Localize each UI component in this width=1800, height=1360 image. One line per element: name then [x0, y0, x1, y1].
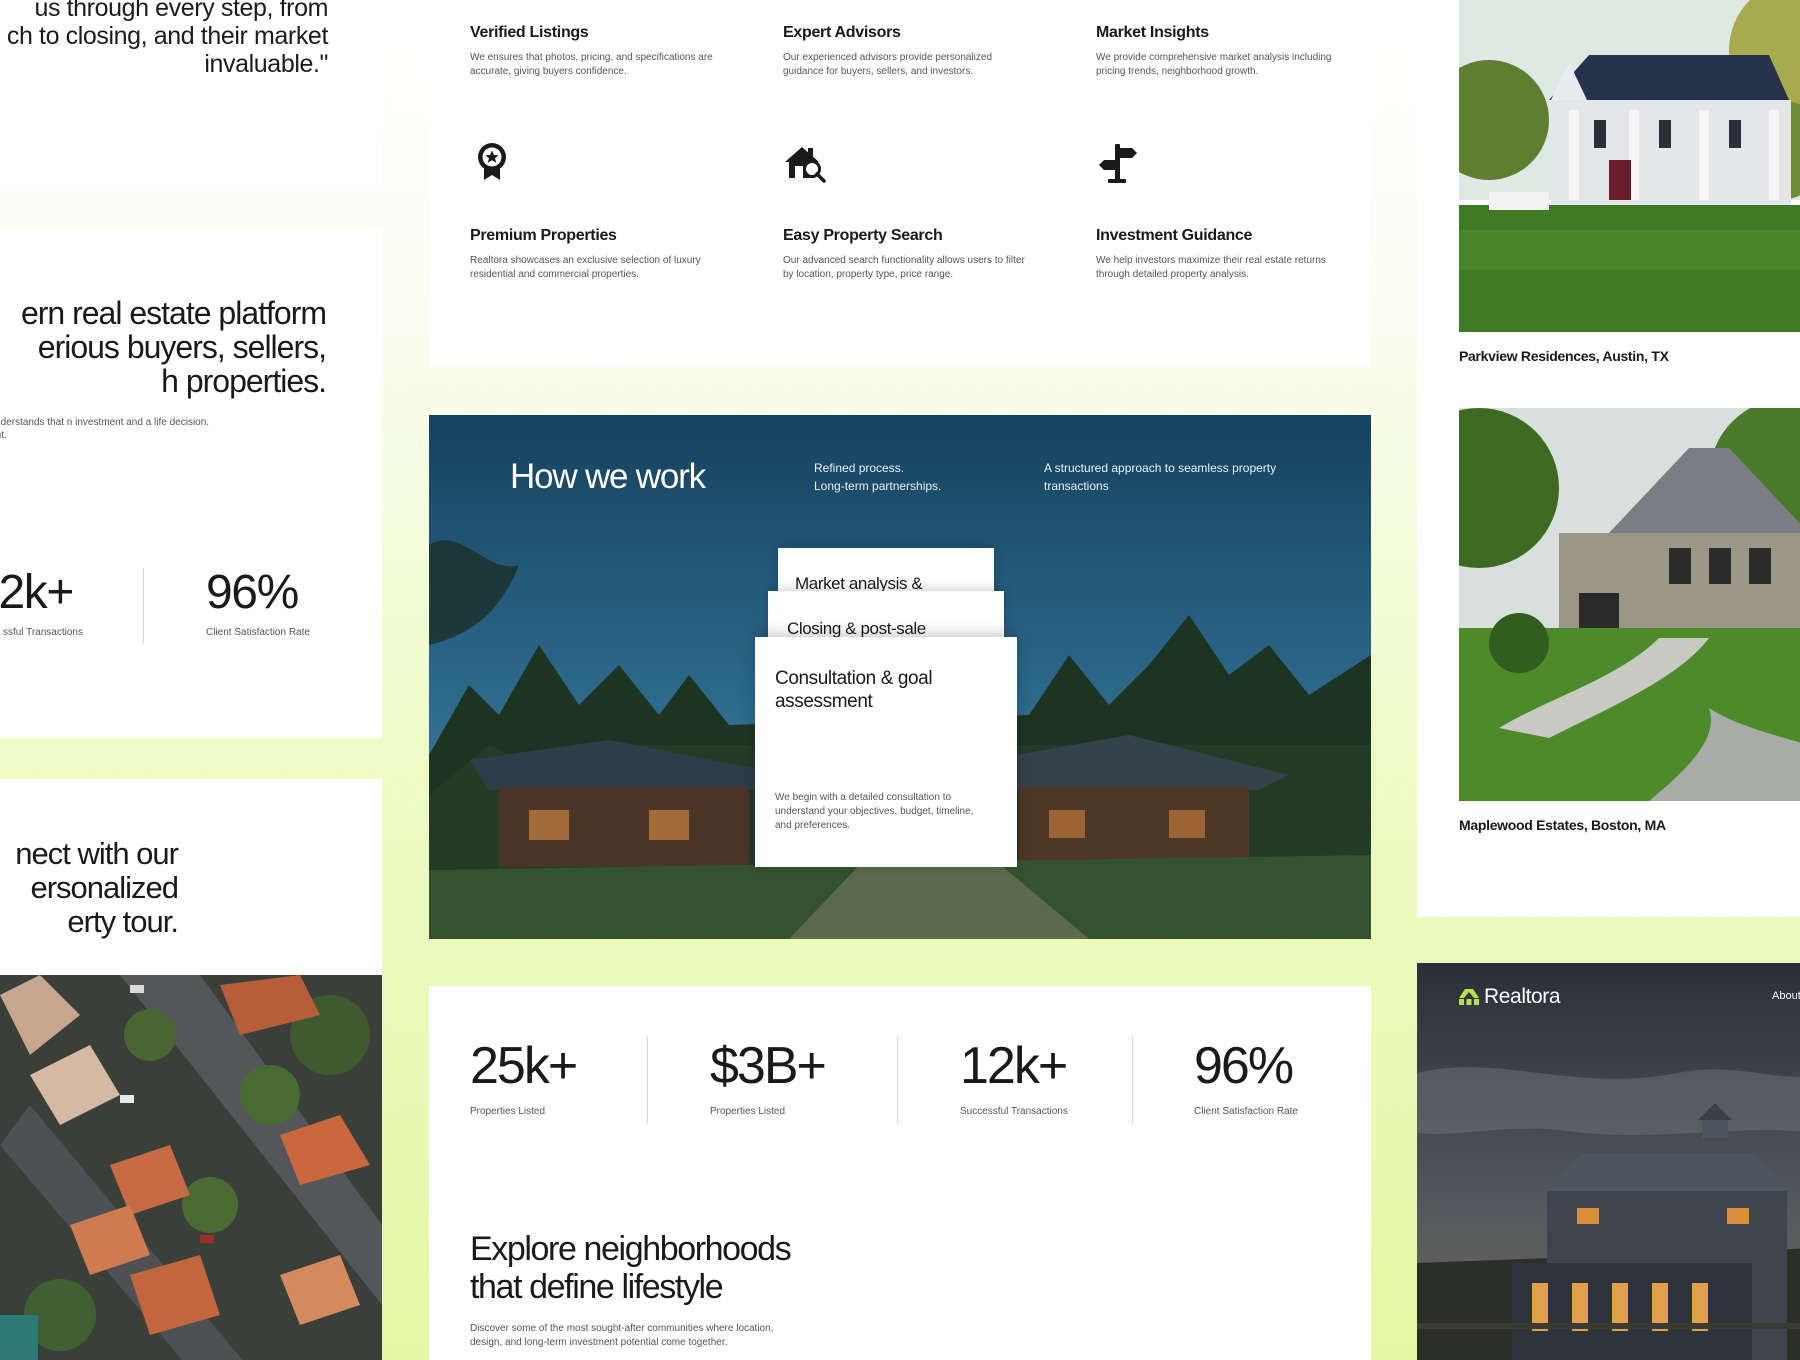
aerial-neighborhood-image [0, 975, 382, 1360]
listings-card: Parkview Residences, Austin, TX Maplewoo… [1417, 0, 1800, 917]
stat-value: 12k+ [960, 1037, 1068, 1095]
stat-client-satisfaction: 96% Client Satisfaction Rate [1194, 1036, 1298, 1117]
how-we-work-section: How we work Refined process. Long-term p… [429, 415, 1371, 939]
maplewood-estates-image[interactable] [1459, 408, 1800, 801]
stat-label: Properties Listed [710, 1106, 786, 1117]
stat-divider [647, 1036, 648, 1124]
contact-headline: nect with our ersonalized erty tour. [15, 836, 179, 939]
step-card-closing[interactable]: Closing & post-sale [768, 591, 1004, 637]
feature-premium-properties: Premium Properties Realtora showcases an… [470, 140, 720, 282]
parkview-residences-image[interactable] [1459, 0, 1800, 332]
stat-label: Properties Listed [470, 1106, 546, 1117]
brand-name: Realtora [1484, 985, 1561, 1008]
about-card: ern real estate platform erious buyers, … [0, 230, 382, 738]
stat-label: Client Satisfaction Rate [206, 627, 310, 638]
stat-divider [897, 1036, 898, 1124]
stat-divider [143, 568, 144, 644]
listing-caption[interactable]: Maplewood Estates, Boston, MA [1459, 817, 1666, 833]
stat-value: $3B+ [710, 1037, 827, 1095]
contact-card: nect with our ersonalized erty tour. [0, 779, 382, 1360]
stat-properties-listed: 25k+ Properties Listed [470, 1036, 578, 1117]
realtora-logo[interactable]: Realtora [1458, 985, 1561, 1009]
award-badge-icon [478, 143, 506, 180]
feature-easy-property-search: Easy Property Search Our advanced search… [783, 140, 1033, 282]
about-description: m of experienced advisors understands th… [0, 417, 210, 441]
features-card: Verified Listings We ensures that photos… [429, 0, 1371, 367]
testimonial-quote: us through every step, from ch to closin… [6, 0, 329, 78]
stat-value: 96% [1194, 1037, 1294, 1095]
stat-divider [1132, 1036, 1133, 1124]
how-we-work-tagline: Refined process. Long-term partnerships. [814, 461, 942, 493]
step-title: Consultation & goal assessment [775, 668, 933, 712]
about-stat-satisfaction: 96% Client Satisfaction Rate [206, 565, 310, 638]
realtora-logo-icon [1459, 989, 1479, 1005]
stat-value: 96% [206, 566, 299, 619]
feature-market-insights: Market Insights We provide comprehensive… [1096, 24, 1332, 77]
how-we-work-title: How we work [510, 457, 706, 496]
about-stat-transactions: 2k+ ssful Transactions [0, 565, 83, 638]
step-description: We begin with a detailed consultation to… [775, 792, 974, 831]
house-search-icon [785, 147, 826, 183]
stats-card: 25k+ Properties Listed $3B+ Properties L… [429, 986, 1371, 1360]
testimonial-card: us through every step, from ch to closin… [0, 0, 382, 190]
hero-card: Realtora About [1417, 963, 1800, 1360]
stat-value: 25k+ [470, 1037, 578, 1095]
stat-label: Successful Transactions [960, 1106, 1068, 1117]
listing-caption[interactable]: Parkview Residences, Austin, TX [1459, 348, 1669, 364]
stat-value: 2k+ [0, 566, 74, 619]
about-headline: ern real estate platform erious buyers, … [20, 295, 327, 399]
step-card-consultation[interactable]: Consultation & goal assessment We begin … [755, 637, 1017, 867]
farmhouse-dusk-image [1417, 963, 1800, 1360]
feature-expert-advisors: Expert Advisors Our experienced advisors… [783, 24, 993, 77]
how-we-work-subtitle: A structured approach to seamless proper… [1044, 461, 1277, 493]
feature-investment-guidance: Investment Guidance We help investors ma… [1096, 140, 1346, 282]
signpost-icon [1099, 144, 1137, 183]
step-card-market-analysis[interactable]: Market analysis & [778, 548, 994, 596]
step-title: Closing & post-sale [787, 619, 926, 637]
stat-label: ssful Transactions [2, 627, 83, 638]
feature-verified-listings: Verified Listings We ensures that photos… [470, 24, 713, 77]
nav-link-about[interactable]: About [1772, 990, 1800, 1002]
stat-label: Client Satisfaction Rate [1194, 1106, 1298, 1117]
explore-headline: Explore neighborhoods that define lifest… [470, 1230, 792, 1306]
stat-successful-transactions: 12k+ Successful Transactions [960, 1036, 1068, 1117]
explore-description: Discover some of the most sought-after c… [470, 1323, 774, 1348]
stat-property-value: $3B+ Properties Listed [710, 1036, 827, 1117]
